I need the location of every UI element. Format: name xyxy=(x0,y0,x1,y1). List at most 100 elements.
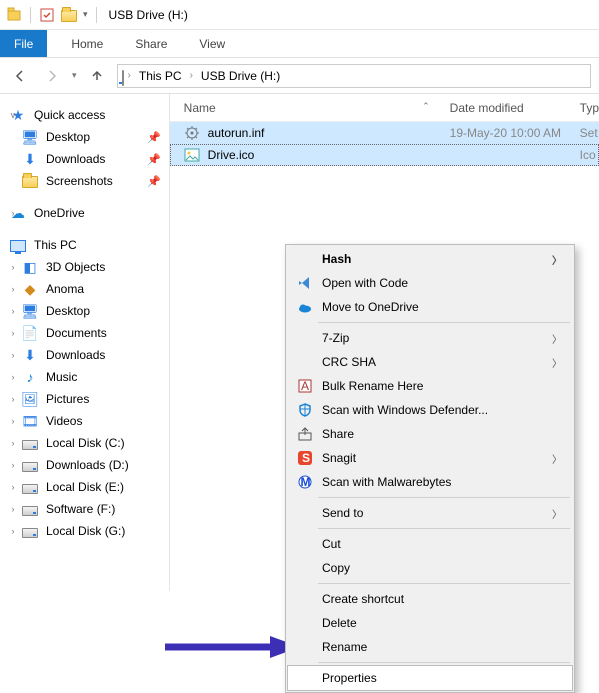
menu-item[interactable]: Move to OneDrive xyxy=(288,295,572,319)
col-name-header[interactable]: Name ⌃ xyxy=(170,101,450,115)
videos-icon: 🎞 xyxy=(22,413,38,429)
nav-pictures[interactable]: ›🖼Pictures xyxy=(6,388,169,410)
chevron-right-icon[interactable]: › xyxy=(8,262,18,272)
brh-icon: A xyxy=(296,377,314,395)
breadcrumb-thispc[interactable]: This PC xyxy=(135,69,186,83)
menu-label: Properties xyxy=(322,671,377,685)
nav-recent-dropdown[interactable]: ▾ xyxy=(72,70,77,81)
menu-item[interactable]: Properties xyxy=(288,666,572,690)
menu-item[interactable]: Delete xyxy=(288,611,572,635)
menu-item[interactable]: Hash〉 xyxy=(288,247,572,271)
sort-asc-icon: ⌃ xyxy=(422,101,430,112)
nav-music[interactable]: › ♪ Music xyxy=(6,366,169,388)
column-headers: Name ⌃ Date modified Typ xyxy=(170,94,599,122)
window-title: USB Drive (H:) xyxy=(109,8,188,22)
nav-desktop[interactable]: ›🖥Desktop xyxy=(6,300,169,322)
menu-item[interactable]: M Scan with Malwarebytes xyxy=(288,470,572,494)
tab-home[interactable]: Home xyxy=(55,30,119,57)
chevron-right-icon[interactable]: › xyxy=(8,394,18,404)
share-icon xyxy=(296,425,314,443)
chevron-right-icon[interactable]: › xyxy=(8,350,18,360)
nav-disk-d[interactable]: ›Downloads (D:) xyxy=(6,454,169,476)
annotation-arrow-icon xyxy=(165,634,300,660)
menu-item[interactable]: Share xyxy=(288,422,572,446)
file-row[interactable]: Drive.icoIco xyxy=(170,144,599,166)
svg-text:M: M xyxy=(301,475,311,489)
nav-disk-f[interactable]: ›Software (F:) xyxy=(6,498,169,520)
nav-onedrive[interactable]: › ☁ OneDrive xyxy=(6,202,169,224)
nav-anoma[interactable]: ›◆Anoma xyxy=(6,278,169,300)
menu-item[interactable]: CRC SHA〉 xyxy=(288,350,572,374)
nav-documents[interactable]: ›📄Documents xyxy=(6,322,169,344)
nav-disk-e[interactable]: ›Local Disk (E:) xyxy=(6,476,169,498)
qat-dropdown-icon[interactable]: ▾ xyxy=(83,9,88,20)
pin-icon: 📌 xyxy=(147,153,161,166)
col-type-header[interactable]: Typ xyxy=(580,101,599,115)
tab-view[interactable]: View xyxy=(183,30,241,57)
breadcrumb-leaf[interactable]: USB Drive (H:) xyxy=(197,69,284,83)
menu-label: Scan with Malwarebytes xyxy=(322,475,451,489)
col-label: Name xyxy=(184,101,216,115)
disk-icon xyxy=(22,435,38,451)
breadcrumb[interactable]: › This PC › USB Drive (H:) xyxy=(117,64,591,88)
menu-item[interactable]: ABulk Rename Here xyxy=(288,374,572,398)
nav-quick-downloads[interactable]: ⬇ Downloads 📌 xyxy=(6,148,169,170)
chevron-right-icon[interactable]: › xyxy=(8,372,18,382)
nav-disk-g[interactable]: ›Local Disk (G:) xyxy=(6,520,169,542)
chevron-right-icon[interactable]: › xyxy=(8,306,18,316)
main-area: v ★ Quick access 🖥 Desktop 📌 ⬇ Downloads… xyxy=(0,94,599,591)
nav-label: Desktop xyxy=(46,130,90,144)
chevron-right-icon[interactable]: › xyxy=(190,70,193,81)
chevron-right-icon[interactable]: › xyxy=(128,70,131,81)
nav-downloads[interactable]: ›⬇Downloads xyxy=(6,344,169,366)
nav-label: 3D Objects xyxy=(46,260,105,274)
menu-separator xyxy=(318,583,570,584)
qat-properties-icon[interactable] xyxy=(39,7,55,23)
nav-label: Screenshots xyxy=(46,174,113,188)
chevron-right-icon[interactable]: › xyxy=(8,438,18,448)
nav-quick-desktop[interactable]: 🖥 Desktop 📌 xyxy=(6,126,169,148)
menu-item[interactable]: Rename xyxy=(288,635,572,659)
window-icon xyxy=(6,7,22,23)
nav-group-quickaccess: v ★ Quick access 🖥 Desktop 📌 ⬇ Downloads… xyxy=(6,104,169,192)
chevron-right-icon[interactable]: › xyxy=(8,460,18,470)
music-icon: ♪ xyxy=(22,369,38,385)
address-bar-row: ▾ › This PC › USB Drive (H:) xyxy=(0,58,599,94)
menu-item[interactable]: Scan with Windows Defender... xyxy=(288,398,572,422)
chevron-right-icon[interactable]: › xyxy=(8,504,18,514)
chevron-right-icon[interactable]: › xyxy=(8,328,18,338)
file-type: Ico xyxy=(580,148,599,162)
file-tab[interactable]: File xyxy=(0,30,47,57)
nav-3dobjects[interactable]: ›◧3D Objects xyxy=(6,256,169,278)
nav-label: Local Disk (C:) xyxy=(46,436,125,450)
col-date-header[interactable]: Date modified xyxy=(450,101,580,115)
menu-label: Scan with Windows Defender... xyxy=(322,403,488,417)
onedrive-icon xyxy=(296,298,314,316)
nav-quickaccess[interactable]: v ★ Quick access xyxy=(6,104,169,126)
menu-item[interactable]: Open with Code xyxy=(288,271,572,295)
nav-back-button[interactable] xyxy=(8,64,32,88)
nav-disk-c[interactable]: › Local Disk (C:) xyxy=(6,432,169,454)
tab-share[interactable]: Share xyxy=(119,30,183,57)
nav-label: Music xyxy=(46,370,77,384)
chevron-right-icon[interactable]: › xyxy=(8,208,18,218)
file-row[interactable]: autorun.inf19-May-20 10:00 AMSet xyxy=(170,122,599,144)
nav-videos[interactable]: ›🎞Videos xyxy=(6,410,169,432)
nav-thispc[interactable]: v This PC xyxy=(6,234,169,256)
chevron-right-icon[interactable]: › xyxy=(8,416,18,426)
nav-quick-screenshots[interactable]: Screenshots 📌 xyxy=(6,170,169,192)
nav-up-button[interactable] xyxy=(85,64,109,88)
chevron-right-icon[interactable]: › xyxy=(8,482,18,492)
nav-forward-button[interactable] xyxy=(40,64,64,88)
menu-item[interactable]: Cut xyxy=(288,532,572,556)
chevron-right-icon[interactable]: › xyxy=(8,526,18,536)
qat-newfolder-icon[interactable] xyxy=(61,7,77,23)
chevron-down-icon[interactable]: v xyxy=(8,110,18,120)
menu-item[interactable]: 7-Zip〉 xyxy=(288,326,572,350)
col-label: Date modified xyxy=(450,101,524,115)
menu-item[interactable]: Copy xyxy=(288,556,572,580)
menu-item[interactable]: Send to〉 xyxy=(288,501,572,525)
menu-label: Send to xyxy=(322,506,363,520)
chevron-right-icon[interactable]: › xyxy=(8,284,18,294)
menu-item[interactable]: SSnagit〉 xyxy=(288,446,572,470)
